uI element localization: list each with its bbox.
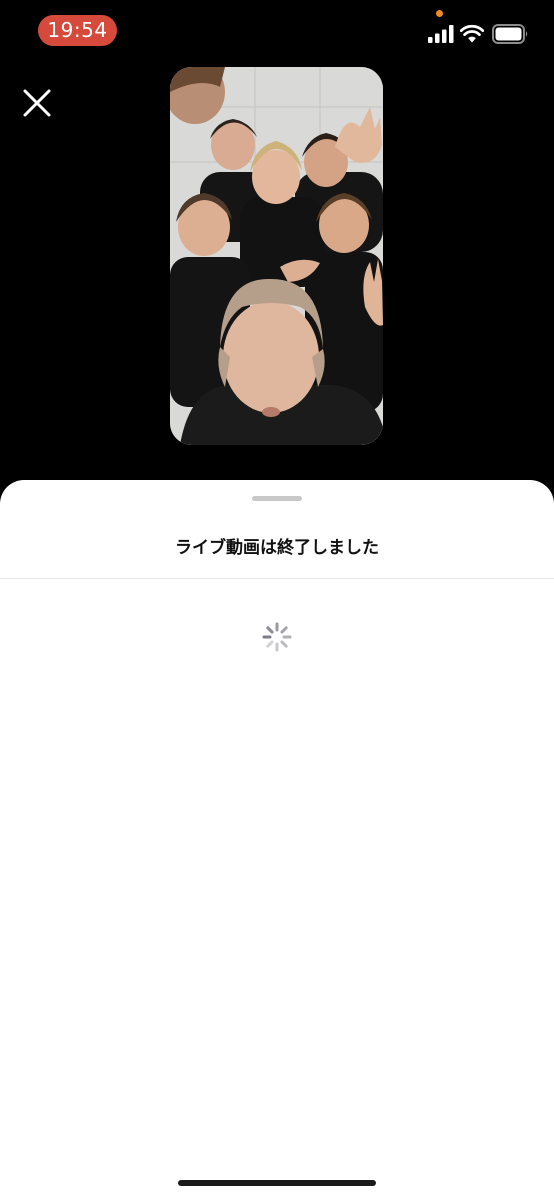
live-video-thumbnail (170, 67, 383, 445)
status-bar: 19:54 (0, 0, 554, 60)
live-video-frame-image (170, 67, 383, 445)
close-icon[interactable] (20, 86, 54, 120)
battery-icon (492, 24, 528, 44)
loading-spinner-icon (262, 622, 292, 652)
wifi-icon (460, 24, 484, 43)
privacy-indicator-dot (436, 10, 443, 17)
live-ended-screen: 19:54 ライブ動画は終了しました (0, 0, 554, 1200)
live-ended-sheet: ライブ動画は終了しました (0, 480, 554, 1200)
sheet-grabber-handle[interactable] (252, 496, 302, 501)
divider (0, 578, 554, 579)
sheet-title: ライブ動画は終了しました (175, 538, 379, 558)
home-indicator[interactable] (178, 1180, 376, 1186)
status-time: 19:54 (38, 15, 117, 46)
cellular-signal-icon (428, 25, 454, 43)
